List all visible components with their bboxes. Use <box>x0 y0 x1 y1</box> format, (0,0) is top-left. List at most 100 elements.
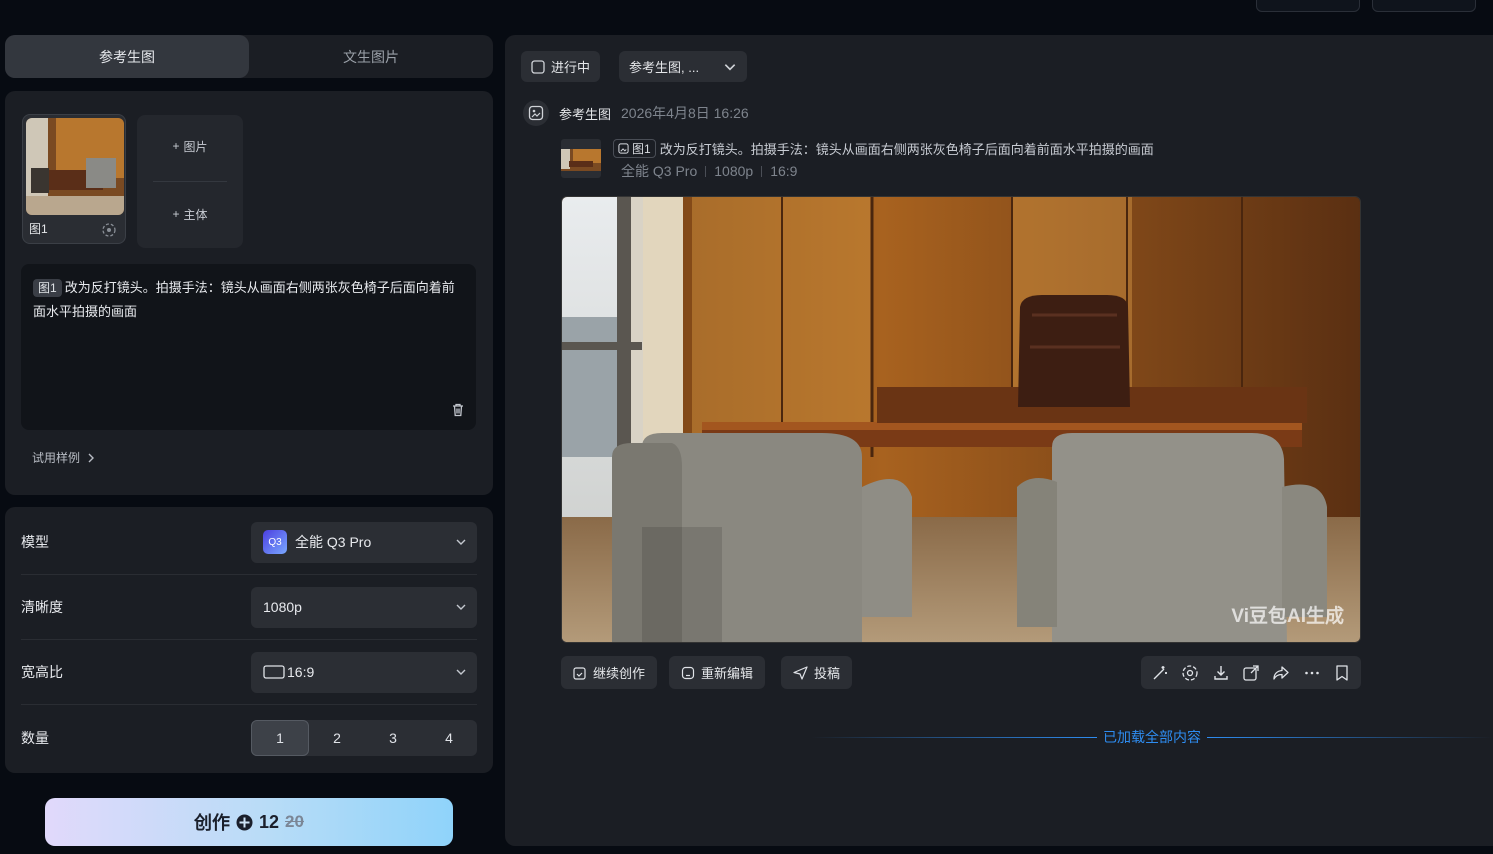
type-filter-label: 参考生图, ... <box>629 60 700 75</box>
try-example-label: 试用样例 <box>32 451 81 465</box>
divider <box>705 165 707 177</box>
aspect-ratio-icon <box>263 665 285 679</box>
model-badge-text: Q3 <box>268 536 282 548</box>
ratio-label: 宽高比 <box>21 664 63 680</box>
create-button[interactable]: 创作 12 20 <box>45 798 453 846</box>
count-selector: 1 2 3 4 <box>251 719 477 756</box>
continue-create-button[interactable]: 继续创作 <box>561 656 658 689</box>
image-icon <box>618 143 629 154</box>
subject-detect-icon[interactable] <box>1181 664 1199 682</box>
watermark: Vi豆包AI生成 <box>1231 606 1344 627</box>
add-subject-button[interactable]: + 主体 <box>137 189 243 239</box>
edit-icon <box>681 666 695 679</box>
add-subject-label: 主体 <box>183 207 208 222</box>
record-time: 2026年4月8日 16:26 <box>621 105 749 121</box>
record-reference-thumbnail[interactable] <box>561 139 601 178</box>
mode-tabs: 参考生图 文生图片 <box>5 35 493 78</box>
resolution-row: 清晰度 1080p <box>21 575 477 640</box>
subject-detect-icon[interactable] <box>101 222 117 238</box>
resolution-value: 1080p <box>263 599 302 615</box>
record-tag-label: 图1 <box>632 142 651 156</box>
reedit-button[interactable]: 重新编辑 <box>669 656 766 689</box>
resolution-label: 清晰度 <box>21 599 63 615</box>
more-icon[interactable] <box>1303 664 1321 682</box>
reedit-label: 重新编辑 <box>701 666 754 681</box>
count-option-2[interactable]: 2 <box>309 720 365 756</box>
chevron-right-icon <box>88 453 95 462</box>
settings-card: 模型 Q3 全能 Q3 Pro 清晰度 1080p 宽高比 16:9 数量 1 … <box>5 507 493 773</box>
divider <box>811 736 1097 738</box>
all-loaded-text: 已加载全部内容 <box>1103 729 1201 745</box>
count-option-4[interactable]: 4 <box>421 720 477 756</box>
in-progress-filter[interactable]: 进行中 <box>521 51 601 82</box>
divider <box>761 165 763 177</box>
record-resolution: 1080p <box>714 163 754 179</box>
chevron-down-icon <box>456 669 466 675</box>
continue-create-label: 继续创作 <box>593 666 646 681</box>
record-header: 参考生图 2026年4月8日 16:26 <box>523 100 749 126</box>
prompt-image-tag: 图1 <box>33 279 62 297</box>
submit-label: 投稿 <box>814 666 841 681</box>
trash-icon[interactable] <box>450 402 466 418</box>
create-original-cost: 20 <box>285 812 304 831</box>
create-cost: 12 <box>259 811 280 832</box>
record-title: 参考生图 <box>559 106 612 122</box>
reference-image-1[interactable]: 图1 <box>22 114 126 244</box>
record-model: 全能 Q3 Pro <box>621 163 698 179</box>
add-image-label: 图片 <box>183 139 208 154</box>
add-image-icon <box>573 666 586 680</box>
ratio-select[interactable]: 16:9 <box>251 651 477 693</box>
create-label: 创作 <box>194 813 231 833</box>
plus-icon: + <box>172 139 180 153</box>
try-example-link[interactable]: 试用样例 <box>32 449 96 466</box>
record-prompt: 图1 改为反打镜头。拍摄手法：镜头从画面右侧两张灰色椅子后面向着前面水平拍摄的画… <box>613 139 1154 158</box>
model-value: 全能 Q3 Pro <box>295 534 372 550</box>
image-toolbar <box>1141 656 1361 689</box>
reference-thumbnail <box>26 118 124 215</box>
record-ratio: 16:9 <box>770 163 798 179</box>
top-button-2[interactable] <box>1372 0 1476 12</box>
divider <box>153 181 227 182</box>
generated-image[interactable]: Vi豆包AI生成 <box>561 196 1361 643</box>
add-image-button[interactable]: + 图片 <box>137 121 243 171</box>
image-gen-icon <box>523 100 549 126</box>
ratio-row: 宽高比 16:9 <box>21 640 477 705</box>
count-option-1[interactable]: 1 <box>251 719 309 756</box>
send-icon <box>793 665 808 680</box>
magic-edit-icon[interactable] <box>1151 664 1169 682</box>
model-select[interactable]: Q3 全能 Q3 Pro <box>251 521 477 563</box>
share-icon[interactable] <box>1272 664 1290 682</box>
divider <box>1207 736 1493 738</box>
count-label: 数量 <box>21 729 49 746</box>
prompt-input[interactable]: 图1 改为反打镜头。拍摄手法：镜头从画面右侧两张灰色椅子后面向着前面水平拍摄的画面 <box>21 264 476 430</box>
prompt-text: 改为反打镜头。拍摄手法：镜头从画面右侧两张灰色椅子后面向着前面水平拍摄的画面 <box>33 280 455 319</box>
credit-icon <box>236 814 253 830</box>
ratio-value: 16:9 <box>287 664 315 680</box>
open-external-icon[interactable] <box>1242 664 1260 682</box>
download-icon[interactable] <box>1212 664 1230 682</box>
tab-text-to-image[interactable]: 文生图片 <box>249 35 493 78</box>
model-row: 模型 Q3 全能 Q3 Pro <box>21 510 477 575</box>
record-prompt-text: 改为反打镜头。拍摄手法：镜头从画面右侧两张灰色椅子后面向着前面水平拍摄的画面 <box>659 142 1154 157</box>
top-button-1[interactable] <box>1256 0 1360 12</box>
count-row: 数量 1 2 3 4 <box>21 705 477 770</box>
results-panel: 进行中 参考生图, ... 参考生图 2026年4月8日 16:26 图1 改为… <box>505 35 1493 846</box>
reference-card: 图1 + 图片 + 主体 图1 改为反打镜头。拍摄手法：镜头从画面右侧两张灰色椅子后面… <box>5 91 493 495</box>
bookmark-icon[interactable] <box>1333 664 1351 682</box>
chevron-down-icon <box>724 63 736 70</box>
submit-button[interactable]: 投稿 <box>781 656 853 689</box>
add-reference-box: + 图片 + 主体 <box>137 115 243 248</box>
model-badge-icon: Q3 <box>263 530 287 554</box>
count-option-3[interactable]: 3 <box>365 720 421 756</box>
chevron-down-icon <box>456 539 466 545</box>
type-filter-dropdown[interactable]: 参考生图, ... <box>619 51 747 82</box>
tab-reference[interactable]: 参考生图 <box>5 35 249 78</box>
reference-label: 图1 <box>29 222 48 236</box>
model-label: 模型 <box>21 534 49 550</box>
resolution-select[interactable]: 1080p <box>251 586 477 628</box>
in-progress-label: 进行中 <box>551 60 591 75</box>
record-meta: 全能 Q3 Pro 1080p 16:9 <box>621 161 797 181</box>
chevron-down-icon <box>456 604 466 610</box>
record-prompt-tag: 图1 <box>613 139 656 158</box>
all-loaded-indicator: 已加载全部内容 <box>811 727 1493 747</box>
